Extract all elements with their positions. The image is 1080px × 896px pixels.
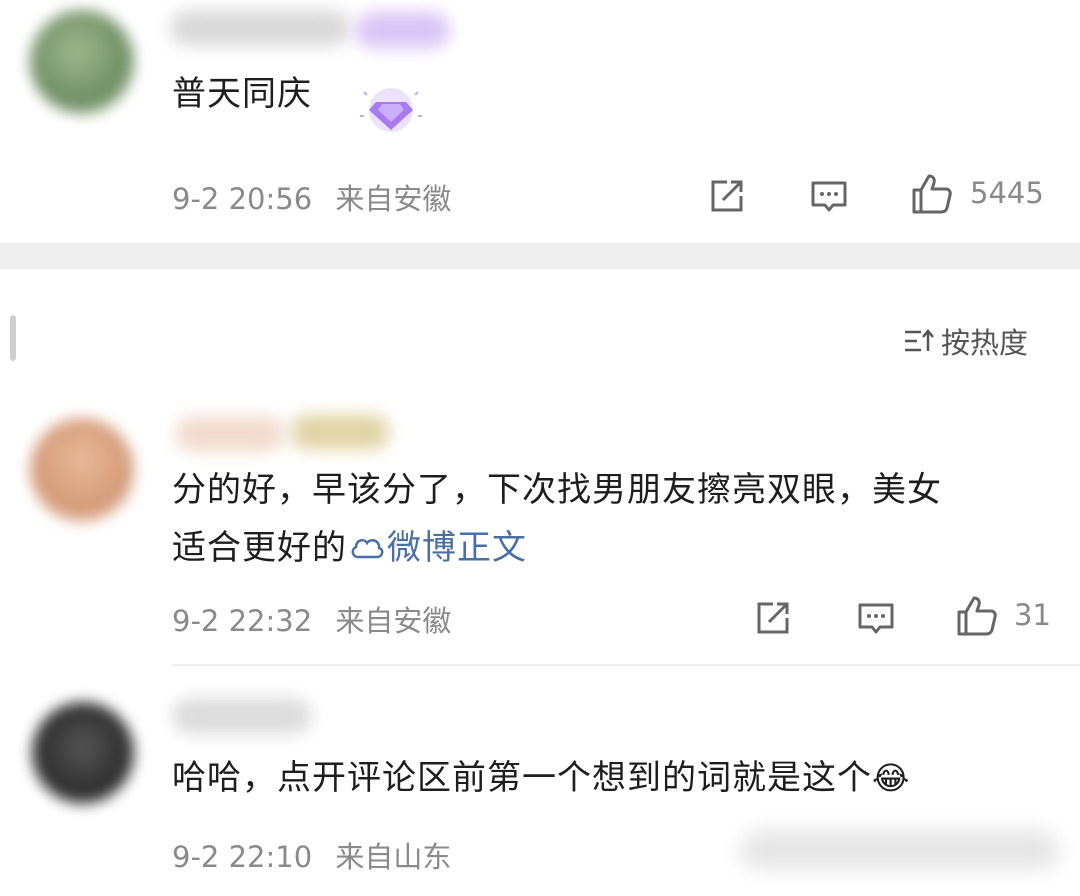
comment-time: 9-2 20:56: [172, 182, 313, 216]
share-icon[interactable]: [753, 598, 793, 638]
member-badge-blurred: [355, 12, 450, 48]
comment-text-tail: 适合更好的: [172, 528, 347, 568]
member-badge-blurred: [290, 414, 390, 450]
comment-text-line-2: 适合更好的 微博正文: [172, 522, 527, 574]
comment-location: 来自安徽: [335, 604, 452, 638]
laughing-emoji: 😂: [872, 759, 911, 797]
sort-icon: [905, 329, 934, 352]
comment-text-line-1: 分的好，早该分了，下次找男朋友擦亮双眼，美女: [172, 470, 942, 510]
avatar[interactable]: [30, 418, 134, 522]
comment-1: 普天同庆 9-2 20:56 来自安徽 5445: [0, 0, 1080, 243]
comment-text: 哈哈，点开评论区前第一个想到的词就是这个: [172, 758, 872, 798]
action-bar-blurred: [740, 830, 1060, 870]
like-count: 31: [1014, 598, 1051, 632]
comment-meta: 9-2 20:56 来自安徽: [172, 176, 451, 218]
weibo-link-icon: [351, 538, 384, 559]
scrollbar[interactable]: [10, 315, 16, 361]
sort-label: 按热度: [941, 326, 1029, 360]
like-count: 5445: [970, 176, 1044, 210]
comment-2: 分的好，早该分了，下次找男朋友擦亮双眼，美女 适合更好的 微博正文 9-2 22…: [0, 380, 1080, 664]
thumbs-up-icon[interactable]: [910, 172, 954, 216]
avatar[interactable]: [30, 10, 134, 114]
comment-3: 哈哈，点开评论区前第一个想到的词就是这个😂 9-2 22:10 来自山东: [0, 666, 1080, 896]
diamond-badge-icon: [360, 88, 422, 132]
username-blurred[interactable]: [175, 416, 285, 452]
username-blurred[interactable]: [170, 10, 350, 46]
comment-location: 来自山东: [335, 840, 452, 874]
sort-button[interactable]: 按热度: [903, 320, 1028, 362]
weibo-link[interactable]: 微博正文: [387, 528, 527, 568]
username-blurred[interactable]: [172, 698, 312, 734]
comment-text-row: 哈哈，点开评论区前第一个想到的词就是这个😂: [172, 752, 910, 804]
thumbs-up-icon[interactable]: [955, 594, 999, 638]
comment-meta: 9-2 22:32 来自安徽: [172, 598, 451, 640]
avatar[interactable]: [32, 702, 134, 804]
comment-meta: 9-2 22:10 来自山东: [172, 834, 451, 876]
comment-time: 9-2 22:32: [172, 604, 313, 638]
comment-icon[interactable]: [809, 176, 849, 216]
comment-location: 来自安徽: [335, 182, 452, 216]
comment-text: 普天同庆: [172, 74, 312, 114]
section-divider: [0, 243, 1080, 269]
comment-time: 9-2 22:10: [172, 840, 313, 874]
comment-icon[interactable]: [856, 598, 896, 638]
share-icon[interactable]: [707, 176, 747, 216]
